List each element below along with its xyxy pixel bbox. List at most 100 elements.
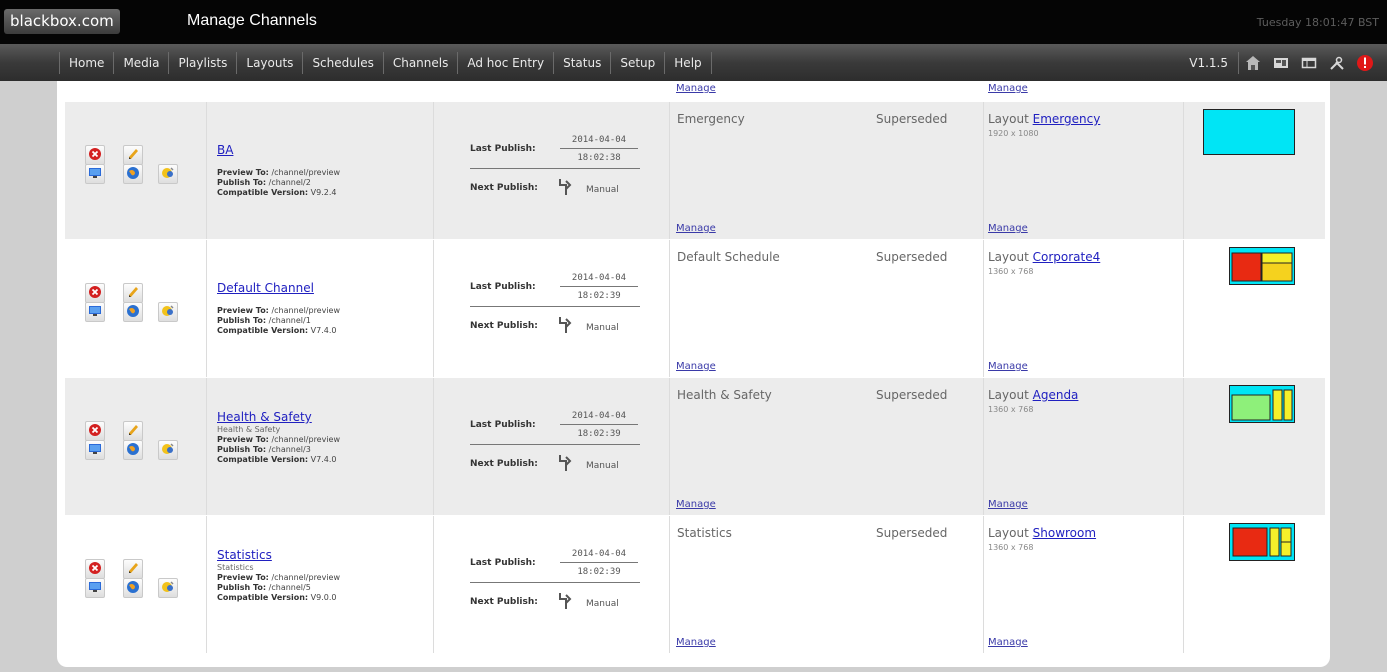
window-icon[interactable] bbox=[1295, 52, 1323, 74]
edit-channel-button[interactable] bbox=[123, 421, 143, 441]
manage-schedule-link[interactable]: Manage bbox=[676, 499, 716, 510]
brand-logo[interactable]: blackbox.com bbox=[4, 9, 120, 34]
column-divider bbox=[206, 102, 207, 239]
publish-to-label: Publish To: bbox=[217, 445, 267, 454]
nav-tools: V1.1.5 bbox=[1179, 52, 1379, 74]
edit-channel-button[interactable] bbox=[123, 145, 143, 165]
layout-thumbnail[interactable] bbox=[1229, 523, 1295, 565]
publish-channel-button[interactable] bbox=[123, 578, 143, 598]
channel-name-link[interactable]: Default Channel bbox=[217, 281, 314, 295]
publish-channel-button[interactable] bbox=[123, 440, 143, 460]
channel-info: Preview To: /channel/preview Publish To: … bbox=[217, 306, 340, 336]
edit-channel-button[interactable] bbox=[123, 283, 143, 303]
publish-date-rule bbox=[560, 148, 638, 149]
compatible-version-label: Compatible Version: bbox=[217, 455, 309, 464]
layout-thumbnail[interactable] bbox=[1229, 385, 1295, 427]
nav-setup[interactable]: Setup bbox=[610, 52, 664, 74]
nav-layouts[interactable]: Layouts bbox=[236, 52, 302, 74]
channel-row: BA Preview To: /channel/preview Publish To… bbox=[65, 102, 1325, 239]
channel-options-button[interactable] bbox=[158, 164, 178, 184]
manage-schedule-link[interactable]: Manage bbox=[676, 637, 716, 648]
edit-icon bbox=[126, 284, 140, 303]
preview-channel-button[interactable] bbox=[85, 440, 105, 460]
column-divider bbox=[1183, 102, 1184, 239]
delete-channel-button[interactable] bbox=[85, 145, 105, 165]
next-publish-label: Next Publish: bbox=[470, 459, 538, 469]
compatible-version-value: V9.2.4 bbox=[310, 188, 337, 197]
preview-channel-button[interactable] bbox=[85, 302, 105, 322]
last-publish-date: 2014-04-04 bbox=[571, 273, 627, 283]
next-publish-value: Manual bbox=[586, 461, 619, 471]
schedule-status: Superseded bbox=[876, 250, 948, 264]
channel-info: Preview To: /channel/preview Publish To: … bbox=[217, 435, 340, 465]
nav-help[interactable]: Help bbox=[664, 52, 712, 74]
channels-panel: Manage Manage BA Preview To: /channel/pre… bbox=[57, 81, 1330, 667]
delete-channel-button[interactable] bbox=[85, 559, 105, 579]
layout-grid-icon[interactable] bbox=[1267, 52, 1295, 74]
delete-channel-button[interactable] bbox=[85, 283, 105, 303]
nav-status[interactable]: Status bbox=[553, 52, 610, 74]
channel-name-link[interactable]: Health & Safety bbox=[217, 410, 312, 424]
manage-schedule-link[interactable]: Manage bbox=[676, 83, 716, 94]
manual-publish-icon bbox=[554, 591, 576, 611]
alert-icon[interactable] bbox=[1351, 52, 1379, 74]
nav-media[interactable]: Media bbox=[113, 52, 168, 74]
delete-channel-button[interactable] bbox=[85, 421, 105, 441]
manage-schedule-link[interactable]: Manage bbox=[676, 361, 716, 372]
manage-layout-link[interactable]: Manage bbox=[988, 637, 1028, 648]
channel-options-button[interactable] bbox=[158, 440, 178, 460]
channel-options-button[interactable] bbox=[158, 578, 178, 598]
last-publish-date: 2014-04-04 bbox=[571, 135, 627, 145]
manage-layout-link[interactable]: Manage bbox=[988, 499, 1028, 510]
manage-layout-link[interactable]: Manage bbox=[988, 223, 1028, 234]
compatible-version-label: Compatible Version: bbox=[217, 188, 309, 197]
publish-to-label: Publish To: bbox=[217, 583, 267, 592]
manage-layout-link[interactable]: Manage bbox=[988, 361, 1028, 372]
channel-row: Default Channel Preview To: /channel/prev… bbox=[65, 240, 1325, 377]
channel-name-link[interactable]: Statistics bbox=[217, 548, 272, 562]
layout-name-link[interactable]: Emergency bbox=[1033, 112, 1101, 126]
edit-icon bbox=[126, 422, 140, 441]
publish-date-rule bbox=[560, 424, 638, 425]
column-divider bbox=[983, 102, 984, 239]
layout-name-link[interactable]: Showroom bbox=[1033, 526, 1096, 540]
layout-label: Layout Emergency bbox=[988, 112, 1100, 126]
options-icon bbox=[161, 441, 175, 460]
layout-prefix: Layout bbox=[988, 250, 1029, 264]
publish-to-value: /channel/5 bbox=[268, 583, 311, 592]
edit-channel-button[interactable] bbox=[123, 559, 143, 579]
last-publish-time: 18:02:39 bbox=[577, 291, 621, 301]
column-divider bbox=[669, 240, 670, 377]
layout-name-link[interactable]: Agenda bbox=[1033, 388, 1079, 402]
last-publish-time: 18:02:38 bbox=[577, 153, 621, 163]
nav-schedules[interactable]: Schedules bbox=[302, 52, 382, 74]
last-publish-label: Last Publish: bbox=[470, 282, 536, 292]
layout-thumbnail[interactable] bbox=[1229, 247, 1295, 289]
channel-name-link[interactable]: BA bbox=[217, 143, 233, 157]
layout-name-link[interactable]: Corporate4 bbox=[1033, 250, 1101, 264]
manage-layout-link[interactable]: Manage bbox=[988, 83, 1028, 94]
column-divider bbox=[983, 240, 984, 377]
schedule-status: Superseded bbox=[876, 388, 948, 402]
layout-label: Layout Showroom bbox=[988, 526, 1096, 540]
next-publish-value: Manual bbox=[586, 323, 619, 333]
column-divider bbox=[983, 516, 984, 653]
tools-icon[interactable] bbox=[1323, 52, 1351, 74]
home-icon[interactable] bbox=[1239, 52, 1267, 74]
nav-home[interactable]: Home bbox=[59, 52, 113, 74]
preview-channel-button[interactable] bbox=[85, 578, 105, 598]
publish-info: Last Publish: 2014-04-04 18:02:38 Next Publ… bbox=[470, 102, 640, 239]
next-publish-value: Manual bbox=[586, 599, 619, 609]
nav-adhoc-entry[interactable]: Ad hoc Entry bbox=[457, 52, 553, 74]
manage-schedule-link[interactable]: Manage bbox=[676, 223, 716, 234]
preview-channel-button[interactable] bbox=[85, 164, 105, 184]
nav-playlists[interactable]: Playlists bbox=[168, 52, 236, 74]
publish-date-rule bbox=[560, 562, 638, 563]
publish-channel-button[interactable] bbox=[123, 164, 143, 184]
publish-channel-button[interactable] bbox=[123, 302, 143, 322]
layout-thumbnail[interactable] bbox=[1203, 109, 1295, 159]
column-divider bbox=[433, 102, 434, 239]
channel-options-button[interactable] bbox=[158, 302, 178, 322]
nav-channels[interactable]: Channels bbox=[382, 52, 458, 74]
delete-icon bbox=[88, 422, 102, 441]
